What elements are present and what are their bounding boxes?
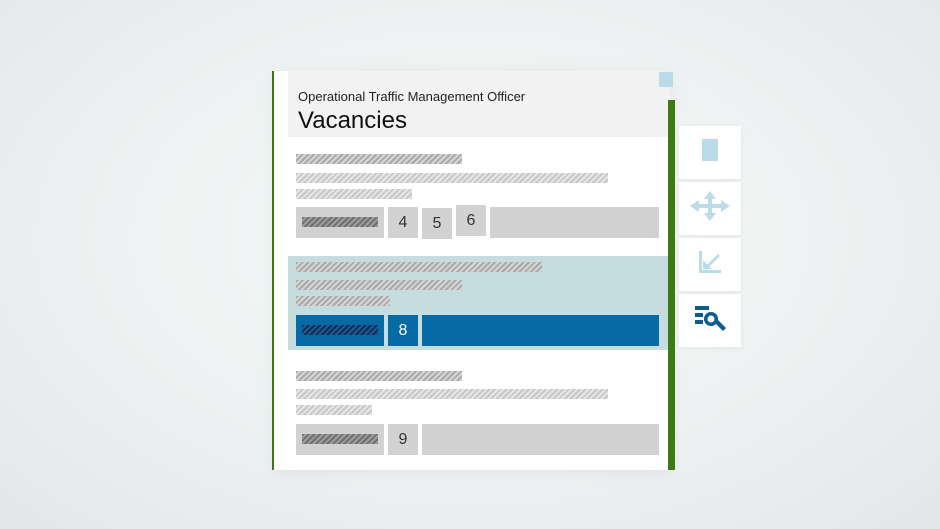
placeholder-cell (490, 207, 659, 238)
panel-header: Operational Traffic Management Officer V… (288, 71, 670, 137)
placeholder-text-line (296, 173, 608, 183)
document-button[interactable] (679, 126, 741, 179)
panel-subtitle: Operational Traffic Management Officer (298, 89, 526, 104)
number-cell[interactable]: 6 (456, 205, 486, 236)
placeholder-cell (296, 315, 384, 346)
document-icon (701, 138, 719, 167)
placeholder-text-line (296, 280, 462, 290)
number-cell[interactable]: 8 (388, 315, 418, 346)
placeholder-text-line (302, 434, 378, 444)
placeholder-text-line (296, 262, 542, 272)
placeholder-text-line (296, 371, 462, 381)
placeholder-text-line (296, 405, 372, 415)
placeholder-text-line (296, 296, 390, 306)
resize-button[interactable] (679, 238, 741, 291)
placeholder-text-line (296, 154, 462, 164)
vacancies-panel: Operational Traffic Management Officer V… (274, 71, 670, 470)
resize-arrow-icon (696, 248, 724, 281)
search-list-icon (693, 303, 727, 338)
number-cell[interactable]: 9 (388, 424, 418, 455)
search-list-button[interactable] (679, 294, 741, 347)
right-accent-bar (668, 100, 675, 470)
placeholder-text-line (302, 325, 378, 335)
move-button[interactable] (679, 182, 741, 235)
panel-title: Vacancies (298, 107, 407, 134)
corner-marker (659, 72, 673, 87)
placeholder-cell (422, 315, 659, 346)
number-cell[interactable]: 5 (422, 208, 452, 239)
move-arrows-icon (690, 191, 730, 226)
placeholder-cell (296, 207, 384, 238)
placeholder-text-line (296, 389, 608, 399)
placeholder-cell (296, 424, 384, 455)
placeholder-text-line (302, 217, 378, 227)
number-cell[interactable]: 4 (388, 207, 418, 238)
placeholder-text-line (296, 189, 412, 199)
placeholder-cell (422, 424, 659, 455)
